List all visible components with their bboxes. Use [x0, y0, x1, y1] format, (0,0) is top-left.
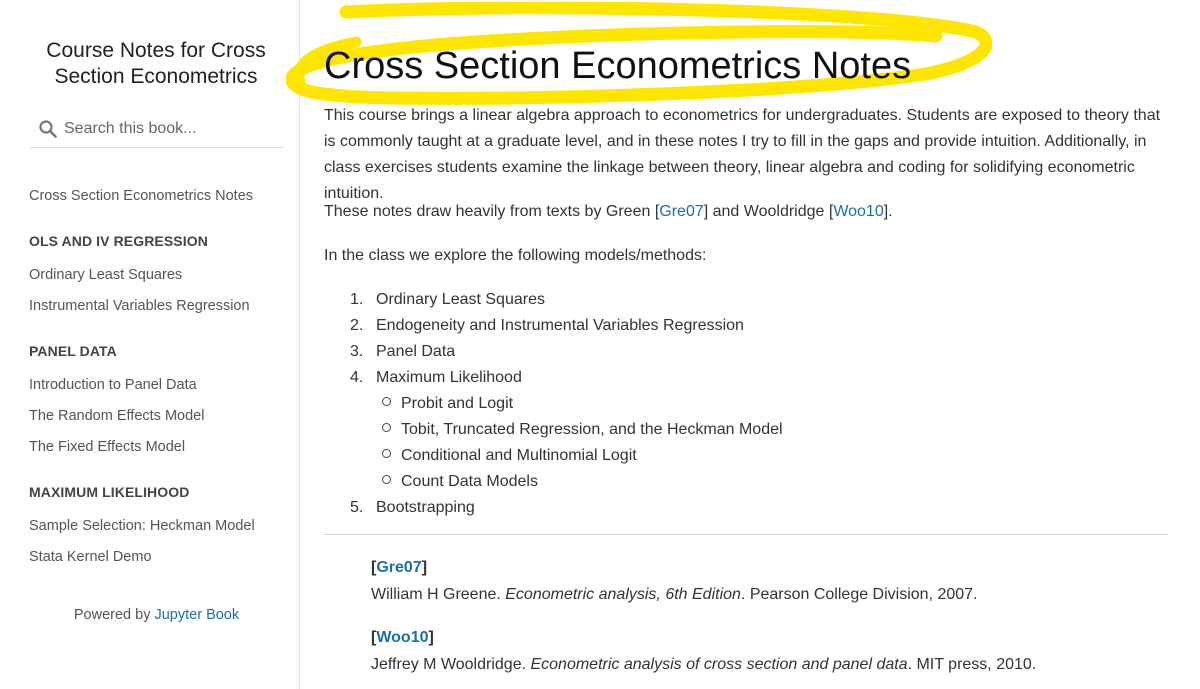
sub-item-label: Count Data Models [401, 473, 538, 490]
list-item-label: Maximum Likelihood [376, 369, 522, 386]
list-item: 2. Endogeneity and Instrumental Variables… [324, 313, 783, 339]
reference-woo10: [Woo10] Jeffrey M Wooldridge. Econometri… [371, 626, 1036, 677]
sidebar-item-fixed-effects[interactable]: The Fixed Effects Model [29, 437, 289, 468]
reference-author: Jeffrey M Wooldridge. [371, 656, 531, 673]
circle-bullet-icon [382, 475, 391, 485]
sidebar-item-home[interactable]: Cross Section Econometrics Notes [29, 186, 289, 217]
circle-bullet-icon [382, 397, 391, 407]
intro-paragraph: This course brings a linear algebra appr… [324, 107, 1161, 202]
sidebar-item-stata[interactable]: Stata Kernel Demo [29, 547, 289, 578]
list-item-label: Bootstrapping [376, 499, 475, 516]
sub-item-label: Probit and Logit [401, 395, 514, 412]
list-number: 4. [350, 369, 364, 386]
circle-bullet-icon [382, 423, 391, 433]
divider [324, 534, 1169, 535]
ref-link-gre07[interactable]: Gre07 [659, 203, 703, 220]
list-item: 5. Bootstrapping [324, 495, 783, 521]
powered-by: Powered by Jupyter Book [0, 607, 313, 623]
sources-prefix: These notes draw heavily from texts by G… [324, 203, 655, 220]
list-item: 3. Panel Data [324, 339, 783, 365]
reference-author: William H Greene. [371, 586, 506, 603]
list-item: 4. Maximum Likelihood [324, 365, 783, 391]
nav-caption-ml: MAXIMUM LIKELIHOOD [29, 484, 190, 500]
sub-list-item: Conditional and Multinomial Logit [324, 443, 783, 469]
sidebar-item-iv[interactable]: Instrumental Variables Regression [29, 296, 289, 327]
sources-paragraph: These notes draw heavily from texts by G… [324, 203, 893, 220]
list-number: 2. [350, 317, 364, 334]
list-item-label: Panel Data [376, 343, 456, 360]
sidebar: Course Notes for Cross Section Econometr… [0, 0, 300, 689]
sidebar-item-random-effects[interactable]: The Random Effects Model [29, 406, 289, 437]
sub-item-label: Conditional and Multinomial Logit [401, 447, 637, 464]
sources-middle: and Wooldridge [708, 203, 829, 220]
reference-rest: . Pearson College Division, 2007. [740, 586, 978, 603]
sub-list-item: Count Data Models [324, 469, 783, 495]
search-input[interactable] [64, 116, 274, 142]
models-intro: In the class we explore the following mo… [324, 247, 707, 264]
reference-label: [Woo10] [371, 629, 434, 646]
reference-gre07: [Gre07] William H Greene. Econometric an… [371, 556, 978, 607]
page-title: Cross Section Econometrics Notes [324, 45, 912, 87]
sources-suffix: . [888, 203, 893, 220]
reference-rest: . MIT press, 2010. [907, 656, 1037, 673]
list-item-label: Endogeneity and Instrumental Variables R… [376, 317, 744, 334]
ref-link-woo10[interactable]: Woo10 [833, 203, 883, 220]
reference-label: [Gre07] [371, 559, 428, 576]
list-item-label: Ordinary Least Squares [376, 291, 545, 308]
reference-text: William H Greene. Econometric analysis, … [371, 583, 978, 607]
nav-caption-ols-iv: OLS AND IV REGRESSION [29, 233, 208, 249]
models-list: 1. Ordinary Least Squares 2. Endogeneity a… [324, 287, 783, 521]
list-number: 5. [350, 499, 364, 516]
sub-list-item: Tobit, Truncated Regression, and the Hec… [324, 417, 783, 443]
powered-by-prefix: Powered by [73, 607, 155, 623]
jupyter-book-link[interactable]: Jupyter Book [154, 607, 239, 623]
nav-caption-panel: PANEL DATA [29, 343, 117, 359]
sidebar-item-ols[interactable]: Ordinary Least Squares [29, 265, 289, 296]
sub-list-item: Probit and Logit [324, 391, 783, 417]
sidebar-item-heckman[interactable]: Sample Selection: Heckman Model [29, 516, 289, 547]
list-item: 1. Ordinary Least Squares [324, 287, 783, 313]
search-box[interactable] [30, 110, 284, 148]
reference-key-link[interactable]: Gre07 [376, 559, 421, 576]
reference-title: Econometric analysis, 6th Edition [505, 586, 741, 603]
book-title[interactable]: Course Notes for Cross Section Econometr… [22, 38, 290, 90]
search-icon [39, 120, 57, 138]
reference-text: Jeffrey M Wooldridge. Econometric analys… [371, 653, 1036, 677]
sidebar-nav: Cross Section Econometrics Notes OLS AND… [29, 186, 289, 578]
list-number: 1. [350, 291, 364, 308]
list-number: 3. [350, 343, 364, 360]
reference-key-link[interactable]: Woo10 [376, 629, 428, 646]
circle-bullet-icon [382, 449, 391, 459]
sidebar-item-intro-panel[interactable]: Introduction to Panel Data [29, 375, 289, 406]
sub-item-label: Tobit, Truncated Regression, and the Hec… [401, 421, 783, 438]
reference-title: Econometric analysis of cross section an… [530, 656, 908, 673]
